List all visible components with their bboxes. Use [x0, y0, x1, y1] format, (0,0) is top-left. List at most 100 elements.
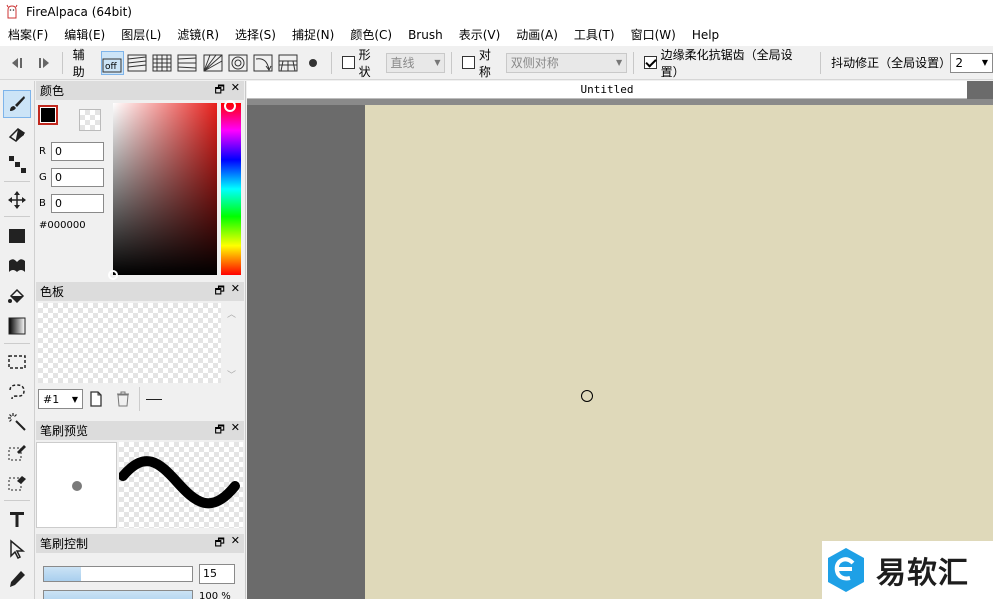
- gradient-tool[interactable]: [3, 312, 31, 340]
- text-tool[interactable]: [3, 505, 31, 533]
- snap-curve-button[interactable]: [251, 51, 274, 75]
- menu-snap[interactable]: 捕捉(N): [284, 24, 342, 46]
- saturation-value-picker[interactable]: [108, 103, 217, 280]
- picker-handle[interactable]: [108, 270, 118, 280]
- menu-select[interactable]: 选择(S): [227, 24, 284, 46]
- snap-parallel-button[interactable]: [126, 51, 149, 75]
- text-t-icon: [10, 512, 24, 527]
- select-eraser-tool[interactable]: [3, 468, 31, 496]
- palette-line-icon[interactable]: [146, 399, 162, 400]
- tool-separator: [4, 216, 30, 217]
- scroll-down-icon[interactable]: ﹀: [227, 368, 236, 381]
- brush-opacity-slider[interactable]: [43, 590, 193, 599]
- rectangle-tool[interactable]: [3, 222, 31, 250]
- transparent-color-swatch[interactable]: [79, 109, 101, 131]
- symmetry-checkbox[interactable]: [462, 56, 475, 69]
- lasso-fill-icon: [9, 259, 25, 272]
- snap-3d-grid-icon: [177, 54, 197, 71]
- snap-3d-grid-button[interactable]: [176, 51, 199, 75]
- document-tab[interactable]: Untitled: [247, 81, 967, 99]
- chevron-down-icon: ▼: [981, 58, 989, 67]
- dot-tool[interactable]: [3, 150, 31, 178]
- symmetry-select[interactable]: 双侧对称 ▼: [505, 52, 628, 73]
- red-row: R 0: [39, 142, 104, 161]
- blue-row: B 0: [39, 194, 104, 213]
- lasso-tool[interactable]: [3, 378, 31, 406]
- panel-float-icon[interactable]: 🗗: [214, 421, 224, 440]
- menu-layer[interactable]: 图层(L): [113, 24, 169, 46]
- snap-grid-button[interactable]: [151, 51, 174, 75]
- brush-tool[interactable]: [3, 90, 31, 118]
- toolbar: 辅助 off 形状 直线 ▼ 对称 双侧对称 ▼ 边缘柔化抗锯齿（全局设置） 抖…: [0, 46, 993, 80]
- close-icon[interactable]: ✕: [231, 282, 240, 301]
- delete-palette-button[interactable]: [115, 391, 131, 410]
- alpaca-app-icon: [6, 4, 18, 19]
- antialias-label: 边缘柔化抗锯齿（全局设置）: [660, 47, 793, 79]
- drawing-canvas[interactable]: [365, 105, 993, 599]
- menu-tools[interactable]: 工具(T): [566, 24, 623, 46]
- select-tool[interactable]: [3, 348, 31, 376]
- stabilizer-select[interactable]: 2 ▼: [950, 52, 993, 73]
- hue-slider[interactable]: [221, 100, 241, 275]
- chevron-down-icon: ▼: [71, 394, 78, 404]
- brush-tip-dot: [72, 481, 82, 491]
- menu-view[interactable]: 表示(V): [451, 24, 509, 46]
- menu-help[interactable]: Help: [684, 24, 727, 46]
- panel-float-icon[interactable]: 🗗: [214, 534, 224, 553]
- new-palette-button[interactable]: [89, 391, 103, 410]
- menu-color[interactable]: 颜色(C): [342, 24, 400, 46]
- snap-concentric-button[interactable]: [226, 51, 249, 75]
- antialias-toggle[interactable]: 边缘柔化抗锯齿（全局设置）: [644, 46, 810, 80]
- snap-off-button[interactable]: off: [100, 50, 124, 75]
- blue-input[interactable]: 0: [51, 194, 104, 213]
- menu-file[interactable]: 档案(F): [0, 24, 56, 46]
- shape-checkbox[interactable]: [342, 56, 355, 69]
- undo-button[interactable]: [6, 50, 31, 76]
- eraser-tool[interactable]: [3, 120, 31, 148]
- brush-size-input[interactable]: 15: [199, 564, 235, 584]
- snap-parallel-icon: [127, 54, 147, 71]
- palette-panel-header: 色板 🗗 ✕: [36, 282, 244, 301]
- fill-tool[interactable]: [3, 282, 31, 310]
- select-pen-tool[interactable]: [3, 438, 31, 466]
- shape-toggle[interactable]: 形状: [342, 46, 381, 80]
- panel-float-icon[interactable]: 🗗: [214, 282, 224, 301]
- menu-edit[interactable]: 编辑(E): [56, 24, 113, 46]
- rect-select-icon: [8, 355, 26, 369]
- symmetry-toggle[interactable]: 对称: [462, 46, 501, 80]
- close-icon[interactable]: ✕: [231, 421, 240, 440]
- green-input[interactable]: 0: [51, 168, 104, 187]
- shape-select[interactable]: 直线 ▼: [385, 52, 446, 73]
- red-input[interactable]: 0: [51, 142, 104, 161]
- close-icon[interactable]: ✕: [231, 81, 240, 100]
- antialias-checkbox[interactable]: [644, 56, 657, 69]
- menu-brush[interactable]: Brush: [400, 24, 451, 46]
- brush-size-slider[interactable]: [43, 566, 193, 582]
- menu-animation[interactable]: 动画(A): [508, 24, 566, 46]
- snap-radial-button[interactable]: [201, 51, 224, 75]
- primary-color-swatch[interactable]: [38, 105, 58, 125]
- menu-filter[interactable]: 滤镜(R): [169, 24, 227, 46]
- move-tool[interactable]: [3, 186, 31, 214]
- chevron-down-icon: ▼: [616, 58, 623, 67]
- operation-tool[interactable]: [3, 535, 31, 563]
- palette-select[interactable]: #1 ▼: [38, 389, 83, 409]
- snap-off-icon: off: [102, 58, 122, 72]
- panel-float-icon[interactable]: 🗗: [214, 81, 224, 100]
- close-icon[interactable]: ✕: [231, 534, 240, 553]
- eyedropper-tool[interactable]: [3, 565, 31, 593]
- eraser-icon: [8, 128, 26, 142]
- snap-perspective-button[interactable]: [276, 51, 299, 75]
- brush-cursor-circle: [581, 390, 593, 402]
- palette-scrollbar[interactable]: ︿ ﹀: [224, 303, 240, 383]
- scroll-up-icon[interactable]: ︿: [227, 307, 236, 320]
- redo-button[interactable]: [31, 50, 56, 76]
- snap-dot-button[interactable]: [301, 51, 324, 75]
- shape-select-value: 直线: [390, 56, 415, 70]
- hue-handle[interactable]: [224, 100, 236, 112]
- magic-wand-tool[interactable]: [3, 408, 31, 436]
- lasso-fill-tool[interactable]: [3, 252, 31, 280]
- window-title: FireAlpaca (64bit): [26, 5, 132, 19]
- menu-window[interactable]: 窗口(W): [623, 24, 684, 46]
- palette-swatch-area[interactable]: [38, 303, 221, 383]
